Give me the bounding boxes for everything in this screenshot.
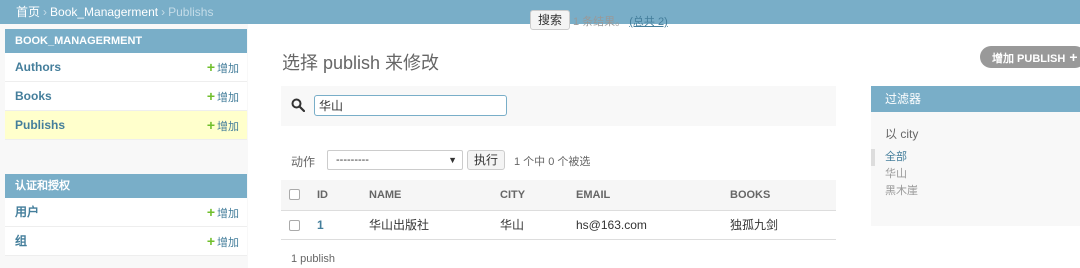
column-header-email[interactable]: EMAIL: [568, 180, 722, 211]
sidebar-item-users: 用户 + 增加: [5, 198, 247, 227]
plus-icon: +: [206, 59, 215, 75]
sidebar-item-groups: 组 + 增加: [5, 227, 247, 256]
search-result-count: 1 条结果。 (总共 2): [573, 16, 668, 28]
cell-name: 华山出版社: [361, 210, 492, 240]
app-module-book-managerment: BOOK_MANAGERMENT Authors + 增加 Books + 增加 P…: [5, 29, 247, 140]
search-button[interactable]: 搜索: [530, 10, 571, 30]
add-users-link[interactable]: + 增加: [207, 198, 239, 228]
plus-icon: +: [1069, 49, 1078, 65]
column-header-id[interactable]: ID: [309, 180, 361, 211]
run-action-button[interactable]: 执行: [467, 150, 506, 170]
app-module-auth: 认证和授权 用户 + 增加 组 + 增加: [5, 174, 247, 256]
filter-by-label: 以 city: [885, 127, 919, 141]
actions-label: 动作: [291, 155, 316, 169]
row-id-link[interactable]: 1: [317, 218, 324, 232]
filter-panel: 过滤器 以 city 全部 华山 黑木崖: [871, 86, 1080, 226]
action-counter: 1 个中 0 个被选: [514, 156, 591, 168]
filter-option-all[interactable]: 全部: [871, 149, 918, 166]
add-books-link[interactable]: + 增加: [207, 82, 239, 112]
filter-options: 全部 华山 黑木崖: [871, 149, 918, 200]
plus-icon: +: [206, 88, 215, 104]
nav-sidebar: BOOK_MANAGERMENT Authors + 增加 Books + 增加 P…: [0, 24, 248, 268]
paginator: 1 publish: [291, 253, 336, 265]
results-table: ID NAME CITY EMAIL BOOKS 1 华山出版社 华山 hs@1…: [281, 180, 836, 240]
column-header-name[interactable]: NAME: [361, 180, 492, 211]
show-all-link[interactable]: (总共 2): [629, 16, 668, 28]
select-all-cell: [281, 180, 309, 211]
table-header-row: ID NAME CITY EMAIL BOOKS: [281, 180, 836, 211]
add-authors-link[interactable]: + 增加: [207, 53, 239, 83]
auth-caption[interactable]: 认证和授权: [5, 174, 247, 198]
search-toolbar: [281, 86, 836, 126]
search-icon: [291, 98, 305, 112]
cell-city: 华山: [492, 210, 568, 240]
row-checkbox[interactable]: [289, 219, 300, 231]
action-select[interactable]: --------- ▼: [327, 150, 463, 170]
select-all-checkbox[interactable]: [289, 189, 300, 201]
model-link-groups[interactable]: 组: [15, 234, 27, 248]
search-input[interactable]: [314, 95, 507, 116]
model-link-users[interactable]: 用户: [15, 205, 39, 219]
add-publish-button[interactable]: 增加 PUBLISH +: [980, 46, 1080, 68]
row-select-cell: [281, 210, 309, 240]
cell-books: 独孤九剑: [722, 210, 836, 240]
column-header-books[interactable]: BOOKS: [722, 180, 836, 211]
breadcrumb-separator: ›: [43, 5, 48, 19]
filter-option-huashan[interactable]: 华山: [871, 166, 918, 183]
plus-icon: +: [206, 204, 215, 220]
cell-email: hs@163.com: [568, 210, 722, 240]
sidebar-item-publishs: Publishs + 增加: [5, 111, 247, 140]
model-link-authors[interactable]: Authors: [15, 60, 61, 74]
sidebar-item-books: Books + 增加: [5, 82, 247, 111]
breadcrumb-current: Publishs: [168, 5, 214, 19]
filter-option-heimuya[interactable]: 黑木崖: [871, 183, 918, 200]
table-row: 1 华山出版社 华山 hs@163.com 独孤九剑: [281, 210, 836, 240]
cell-id: 1: [309, 210, 361, 240]
model-link-books[interactable]: Books: [15, 89, 52, 103]
filter-caption: 过滤器: [871, 86, 1080, 112]
chevron-down-icon: ▼: [448, 155, 457, 165]
app-caption[interactable]: BOOK_MANAGERMENT: [5, 29, 247, 53]
add-groups-link[interactable]: + 增加: [207, 227, 239, 257]
column-header-city[interactable]: CITY: [492, 180, 568, 211]
plus-icon: +: [206, 233, 215, 249]
model-link-publishs[interactable]: Publishs: [15, 118, 65, 132]
plus-icon: +: [206, 117, 215, 133]
page-title: 选择 publish 来修改: [282, 53, 440, 73]
breadcrumb-separator: ›: [161, 5, 166, 19]
breadcrumb-app-link[interactable]: Book_Managerment: [50, 5, 158, 19]
add-publishs-link[interactable]: + 增加: [207, 111, 239, 141]
breadcrumb-home-link[interactable]: 首页: [16, 5, 40, 19]
sidebar-item-authors: Authors + 增加: [5, 53, 247, 82]
